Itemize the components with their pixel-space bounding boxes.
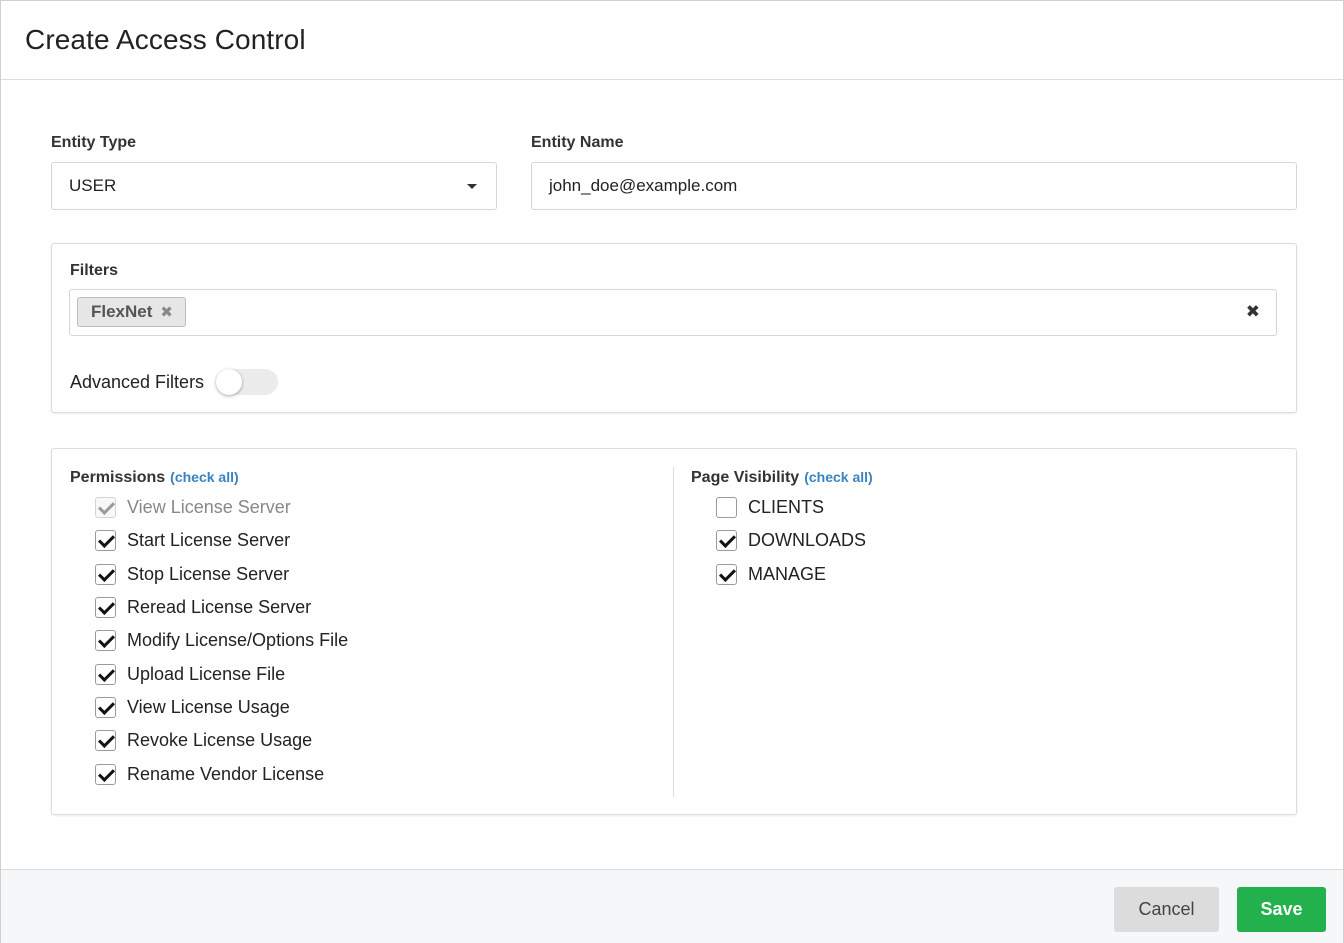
permission-label: Rename Vendor License xyxy=(127,763,325,784)
permission-label: Reread License Server xyxy=(127,597,312,618)
permissions-check-all-link[interactable]: (check all) xyxy=(170,469,238,485)
page-visibility-list: CLIENTS DOWNLOADS MANAGE xyxy=(691,491,1251,591)
permission-checkbox[interactable] xyxy=(95,763,116,785)
permission-label: View License Server xyxy=(127,497,291,518)
advanced-filters-row: Advanced Filters xyxy=(70,369,279,395)
modal-header: Create Access Control xyxy=(1,1,1343,80)
advanced-filters-label: Advanced Filters xyxy=(70,371,205,392)
permission-label: Upload License File xyxy=(127,663,286,684)
permission-checkbox[interactable] xyxy=(95,563,116,585)
filters-tag-input[interactable]: FlexNet ✖ ✖ xyxy=(69,289,1277,336)
page-visibility-title: Page Visibility xyxy=(691,469,800,486)
entity-name-label: Entity Name xyxy=(531,134,624,151)
clear-filters-icon[interactable]: ✖ xyxy=(1246,302,1260,322)
page-visibility-item[interactable]: MANAGE xyxy=(691,558,1251,591)
create-access-control-modal: Create Access Control Entity Type USER E… xyxy=(0,0,1344,943)
permission-item[interactable]: Revoke License Usage xyxy=(70,724,670,757)
permission-label: Modify License/Options File xyxy=(127,630,349,651)
permission-checkbox[interactable] xyxy=(95,597,116,619)
remove-tag-icon[interactable]: ✖ xyxy=(160,303,173,321)
permissions-list: View License Server Start License Server S… xyxy=(70,491,670,791)
permission-item[interactable]: Start License Server xyxy=(70,524,670,557)
page-visibility-item[interactable]: CLIENTS xyxy=(691,491,1251,524)
permission-item: View License Server xyxy=(70,491,670,524)
save-button[interactable]: Save xyxy=(1237,887,1326,932)
entity-type-value: USER xyxy=(69,176,117,195)
chevron-down-icon xyxy=(467,184,477,189)
permission-item[interactable]: Modify License/Options File xyxy=(70,624,670,657)
permission-label: View License Usage xyxy=(127,696,290,717)
permission-checkbox[interactable] xyxy=(95,696,116,718)
permission-checkbox[interactable] xyxy=(95,530,116,552)
advanced-filters-toggle[interactable] xyxy=(216,369,279,395)
page-visibility-checkbox[interactable] xyxy=(716,563,737,585)
permission-checkbox[interactable] xyxy=(95,730,116,752)
page-visibility-label: CLIENTS xyxy=(748,497,825,518)
modal-footer: Cancel Save xyxy=(1,869,1343,943)
permissions-heading: Permissions (check all) xyxy=(70,469,670,487)
toggle-knob xyxy=(216,369,243,395)
permissions-column: Permissions (check all) View License Ser… xyxy=(70,469,670,791)
page-visibility-heading: Page Visibility (check all) xyxy=(691,469,1251,487)
filters-panel: Filters FlexNet ✖ ✖ Advanced Filters xyxy=(51,243,1297,413)
page-visibility-label: DOWNLOADS xyxy=(748,530,867,551)
page-visibility-checkbox[interactable] xyxy=(716,530,737,552)
permission-item[interactable]: Rename Vendor License xyxy=(70,757,670,790)
permission-checkbox xyxy=(95,497,116,519)
filters-label: Filters xyxy=(70,262,119,279)
page-visibility-check-all-link[interactable]: (check all) xyxy=(804,469,872,485)
column-divider xyxy=(673,467,674,797)
filter-tag-label: FlexNet xyxy=(91,302,153,321)
entity-name-value: john_doe@example.com xyxy=(549,176,738,195)
entity-name-group: Entity Name john_doe@example.com xyxy=(531,134,1297,210)
entity-type-select[interactable]: USER xyxy=(51,162,497,210)
page-visibility-checkbox[interactable] xyxy=(716,497,737,519)
permission-item[interactable]: Reread License Server xyxy=(70,591,670,624)
permission-label: Stop License Server xyxy=(127,563,290,584)
page-visibility-column: Page Visibility (check all) CLIENTS DOWNL… xyxy=(691,469,1251,591)
page-visibility-item[interactable]: DOWNLOADS xyxy=(691,524,1251,557)
permission-label: Start License Server xyxy=(127,530,291,551)
permission-label: Revoke License Usage xyxy=(127,730,313,751)
entity-type-label: Entity Type xyxy=(51,134,137,151)
modal-title: Create Access Control xyxy=(25,24,306,55)
entity-name-input[interactable]: john_doe@example.com xyxy=(531,162,1297,210)
entity-type-group: Entity Type USER xyxy=(51,134,497,210)
cancel-button[interactable]: Cancel xyxy=(1114,887,1219,932)
permissions-title: Permissions xyxy=(70,469,166,486)
permission-item[interactable]: Stop License Server xyxy=(70,558,670,591)
page-visibility-label: MANAGE xyxy=(748,563,827,584)
permission-item[interactable]: Upload License File xyxy=(70,657,670,690)
permission-item[interactable]: View License Usage xyxy=(70,691,670,724)
permission-checkbox[interactable] xyxy=(95,630,116,652)
permission-checkbox[interactable] xyxy=(95,663,116,685)
permissions-panel: Permissions (check all) View License Ser… xyxy=(51,448,1297,815)
filter-tag: FlexNet ✖ xyxy=(77,297,186,327)
